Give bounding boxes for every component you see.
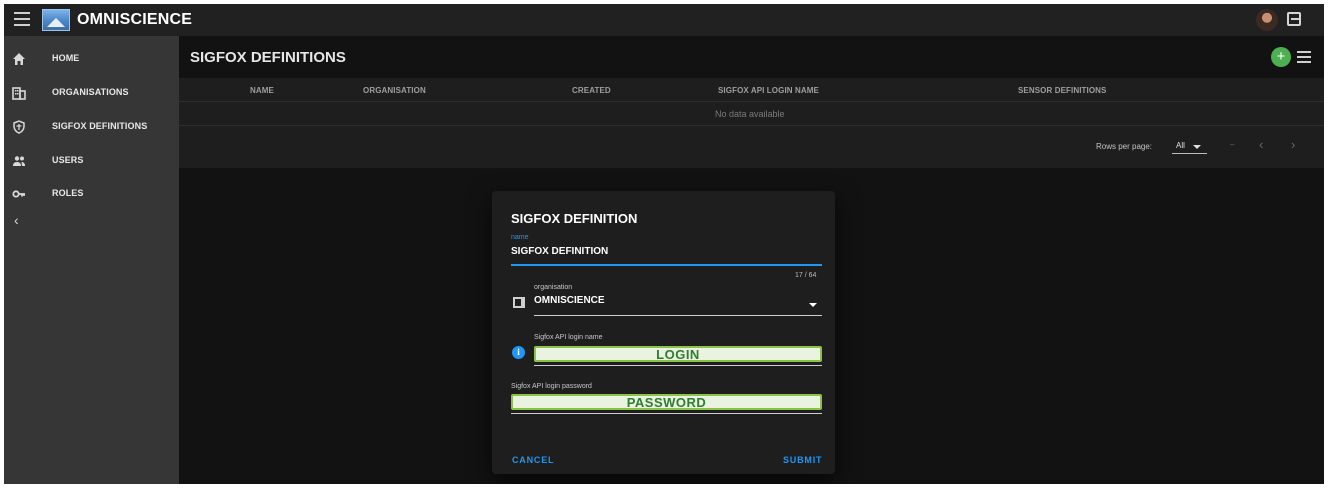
cancel-button[interactable]: CANCEL <box>512 455 554 465</box>
sidebar-item-sigfox-definitions[interactable]: SIGFOX DEFINITIONS <box>4 112 179 142</box>
rows-per-page-label: Rows per page: <box>1096 142 1153 151</box>
sidebar-item-label: HOME <box>52 53 80 63</box>
column-header-organisation[interactable]: ORGANISATION <box>363 86 426 95</box>
login-name-field[interactable]: LOGIN <box>534 346 822 362</box>
sigfox-definition-dialog: SIGFOX DEFINITION name SIGFOX DEFINITION… <box>492 191 835 474</box>
add-definition-button[interactable]: + <box>1271 47 1291 67</box>
login-name-field-label: Sigfox API login name <box>534 334 603 341</box>
sidebar-item-label: SIGFOX DEFINITIONS <box>52 121 148 131</box>
table-header: NAME ORGANISATION CREATED SIGFOX API LOG… <box>179 78 1324 102</box>
previous-page-icon[interactable]: ‹ <box>1259 137 1263 152</box>
sidebar-item-label: USERS <box>52 155 84 165</box>
page-title: SIGFOX DEFINITIONS <box>190 49 346 66</box>
name-field-label: name <box>511 234 529 241</box>
organisation-underline <box>534 315 822 316</box>
password-field[interactable]: PASSWORD <box>511 394 822 410</box>
next-page-icon[interactable]: › <box>1291 137 1295 152</box>
info-icon[interactable]: i <box>512 346 525 359</box>
rows-per-page-select[interactable]: All <box>1172 138 1207 154</box>
home-icon <box>12 52 26 66</box>
table-row-empty: No data available <box>179 102 1324 126</box>
sidebar-item-roles[interactable]: ROLES <box>4 179 179 209</box>
sidebar-item-label: ORGANISATIONS <box>52 87 129 97</box>
dialog-title: SIGFOX DEFINITION <box>511 211 638 226</box>
top-app-bar: OMNISCIENCE <box>4 4 1324 36</box>
submit-button[interactable]: SUBMIT <box>783 455 822 465</box>
no-data-text: No data available <box>715 109 785 119</box>
sidebar-item-label: ROLES <box>52 188 84 198</box>
column-header-sensor-definitions[interactable]: SENSOR DEFINITIONS <box>1018 86 1106 95</box>
sidebar-item-home[interactable]: HOME <box>4 44 179 74</box>
data-table: NAME ORGANISATION CREATED SIGFOX API LOG… <box>179 78 1324 168</box>
chip-icon <box>12 120 26 134</box>
table-footer: Rows per page: All – ‹ › <box>179 126 1324 168</box>
app-window: OMNISCIENCE HOME ORGANISATIONS SIGFOX DE… <box>4 4 1324 484</box>
name-field[interactable]: SIGFOX DEFINITION <box>511 246 608 257</box>
collapse-sidebar-icon[interactable]: ‹ <box>14 212 19 228</box>
organisation-value: OMNISCIENCE <box>534 295 605 306</box>
sidebar-item-users[interactable]: USERS <box>4 146 179 176</box>
user-avatar[interactable] <box>1256 9 1278 31</box>
column-header-name[interactable]: NAME <box>250 86 274 95</box>
key-icon <box>12 187 26 201</box>
sidebar-item-organisations[interactable]: ORGANISATIONS <box>4 78 179 108</box>
login-name-underline <box>534 365 822 366</box>
column-header-sigfox-api-login-name[interactable]: SIGFOX API LOGIN NAME <box>718 86 819 95</box>
hamburger-menu-icon[interactable] <box>14 12 30 26</box>
sidebar: HOME ORGANISATIONS SIGFOX DEFINITIONS US… <box>4 36 179 484</box>
domain-icon <box>12 86 26 100</box>
name-char-counter: 17 / 64 <box>795 272 817 279</box>
logout-icon[interactable] <box>1287 12 1301 26</box>
chevron-down-icon <box>1193 145 1201 149</box>
name-field-underline <box>511 264 822 266</box>
chevron-down-icon <box>809 303 817 307</box>
password-underline <box>511 413 822 414</box>
brand-title: OMNISCIENCE <box>77 11 193 28</box>
column-header-created[interactable]: CREATED <box>572 86 611 95</box>
organisation-field-label: organisation <box>534 284 573 291</box>
rows-per-page-value: All <box>1176 141 1185 150</box>
password-field-label: Sigfox API login password <box>511 383 592 390</box>
pagination-range: – <box>1230 140 1235 149</box>
brand-logo <box>42 9 70 31</box>
users-icon <box>12 154 26 168</box>
list-menu-icon[interactable] <box>1297 51 1311 63</box>
